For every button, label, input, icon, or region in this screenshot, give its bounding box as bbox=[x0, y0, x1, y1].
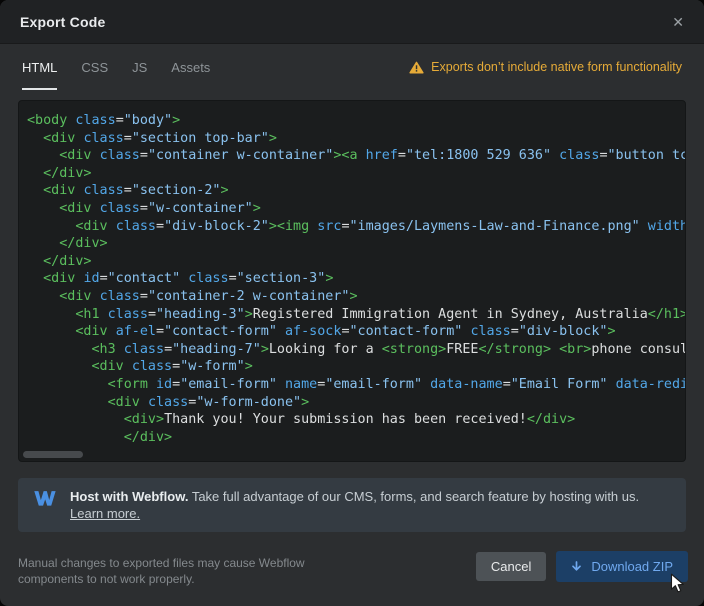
code-line: <form id="email-form" name="email-form" … bbox=[27, 376, 685, 394]
note-line-1: Manual changes to exported files may cau… bbox=[18, 555, 305, 571]
warning-text: Exports don’t include native form functi… bbox=[431, 60, 682, 74]
horizontal-scrollbar[interactable] bbox=[21, 451, 683, 459]
learn-more-link[interactable]: Learn more. bbox=[70, 506, 140, 521]
download-zip-label: Download ZIP bbox=[591, 559, 673, 574]
code-line: <div class="section top-bar"> bbox=[27, 130, 685, 148]
dialog-titlebar: Export Code ✕ bbox=[0, 0, 704, 44]
tab-assets[interactable]: Assets bbox=[171, 44, 210, 90]
code-line: </div> bbox=[27, 429, 685, 447]
scrollbar-thumb[interactable] bbox=[23, 451, 83, 458]
code-line: <div class="w-form"> bbox=[27, 358, 685, 376]
code-content: <body class="body"> <div class="section … bbox=[19, 101, 685, 461]
code-line: <h1 class="heading-3">Registered Immigra… bbox=[27, 306, 685, 324]
form-functionality-warning: Exports don’t include native form functi… bbox=[409, 44, 682, 90]
banner-bold-text: Host with Webflow. bbox=[70, 489, 188, 504]
code-line: <div>Thank you! Your submission has been… bbox=[27, 411, 685, 429]
code-line: <div class="w-container"> bbox=[27, 200, 685, 218]
dialog-title: Export Code bbox=[20, 14, 105, 30]
banner-body-text: Take full advantage of our CMS, forms, a… bbox=[192, 489, 639, 504]
banner-text: Host with Webflow. Take full advantage o… bbox=[70, 488, 639, 522]
code-line: <div class="container w-container"><a hr… bbox=[27, 147, 685, 165]
download-arrow-icon bbox=[571, 561, 582, 573]
hosting-banner: Host with Webflow. Take full advantage o… bbox=[18, 478, 686, 532]
code-line: <div class="section-2"> bbox=[27, 182, 685, 200]
tab-list: HTML CSS JS Assets bbox=[22, 44, 210, 90]
webflow-logo-icon bbox=[34, 491, 56, 511]
footer-actions: Cancel Download ZIP bbox=[476, 551, 688, 582]
download-zip-button[interactable]: Download ZIP bbox=[556, 551, 688, 582]
code-line: <div id="contact" class="section-3"> bbox=[27, 270, 685, 288]
export-note: Manual changes to exported files may cau… bbox=[18, 551, 305, 587]
code-line: <div class="w-form-done"> bbox=[27, 394, 685, 412]
code-line: <div af-el="contact-form" af-sock="conta… bbox=[27, 323, 685, 341]
code-line: <div class="div-block-2"><img src="image… bbox=[27, 218, 685, 236]
code-line: </div> bbox=[27, 253, 685, 271]
tab-html[interactable]: HTML bbox=[22, 44, 57, 90]
code-line: <h3 class="heading-7">Looking for a <str… bbox=[27, 341, 685, 359]
footer: Manual changes to exported files may cau… bbox=[18, 551, 688, 587]
tabs-bar: HTML CSS JS Assets Exports don’t include… bbox=[0, 44, 704, 90]
code-line: </div> bbox=[27, 165, 685, 183]
tab-css[interactable]: CSS bbox=[81, 44, 108, 90]
cancel-button[interactable]: Cancel bbox=[476, 552, 546, 581]
code-line: </div> bbox=[27, 235, 685, 253]
warning-triangle-icon bbox=[409, 61, 424, 74]
tab-js[interactable]: JS bbox=[132, 44, 147, 90]
note-line-2: components to not work properly. bbox=[18, 571, 305, 587]
close-icon[interactable]: ✕ bbox=[672, 15, 684, 29]
export-code-dialog: Export Code ✕ HTML CSS JS Assets Exports… bbox=[0, 0, 704, 606]
code-editor[interactable]: <body class="body"> <div class="section … bbox=[18, 100, 686, 462]
code-line: <div class="container-2 w-container"> bbox=[27, 288, 685, 306]
code-line: <body class="body"> bbox=[27, 112, 685, 130]
